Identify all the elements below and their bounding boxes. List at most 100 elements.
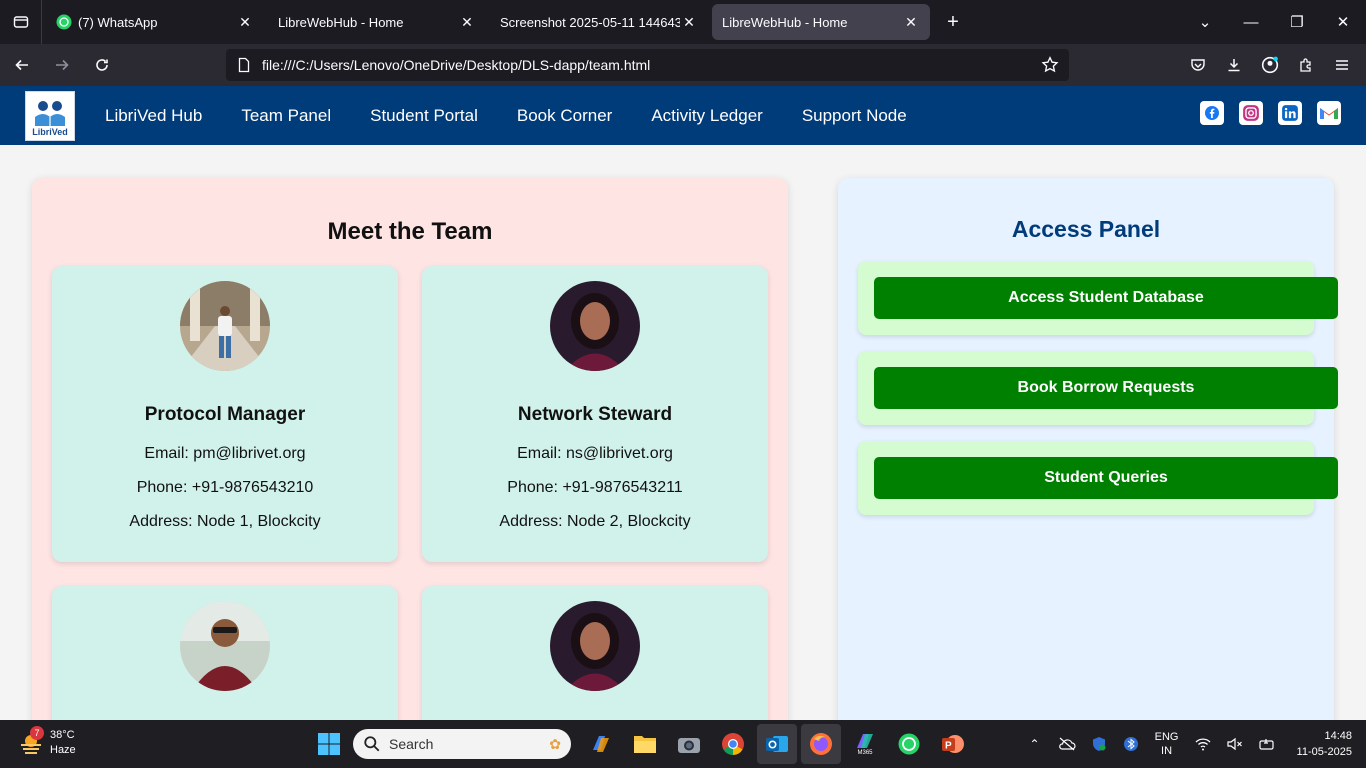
team-card-network-steward: Network Steward Email: ns@librivet.org P… (422, 266, 768, 562)
browser-nav-bar: file:///C:/Users/Lenovo/OneDrive/Desktop… (0, 44, 1366, 86)
m365-icon[interactable]: M365 (845, 724, 885, 764)
weather-temp: 38°C (50, 729, 75, 741)
member-phone: Phone: +91-9876543211 (507, 479, 683, 496)
whatsapp-taskbar-icon[interactable] (889, 724, 929, 764)
linkedin-icon[interactable] (1278, 101, 1302, 125)
haze-icon: 7 (18, 726, 44, 756)
copilot-icon[interactable] (581, 724, 621, 764)
windows-start-icon[interactable] (309, 724, 349, 764)
avatar (550, 601, 640, 691)
weather-desc: Haze (50, 744, 76, 756)
tab-screenshot[interactable]: Screenshot 2025-05-11 144643.png ✕ (490, 4, 708, 40)
close-tab-icon[interactable]: ✕ (680, 13, 698, 31)
outlook-icon[interactable] (757, 724, 797, 764)
account-icon[interactable] (1252, 49, 1288, 81)
nav-student-portal[interactable]: Student Portal (370, 106, 478, 126)
time: 14:48 (1324, 730, 1352, 742)
minimize-icon[interactable]: — (1228, 0, 1274, 44)
tab-librewebhub-active[interactable]: LibreWebHub - Home ✕ (712, 4, 930, 40)
tab-list-button[interactable] (0, 0, 42, 44)
url-text: file:///C:/Users/Lenovo/OneDrive/Desktop… (262, 57, 651, 73)
access-item-database: Access Student Database (858, 261, 1338, 335)
m365-label: M365 (857, 750, 873, 756)
facebook-icon[interactable] (1200, 101, 1224, 125)
tab-title: Screenshot 2025-05-11 144643.png (500, 14, 680, 30)
readers-logo-icon (35, 100, 65, 126)
date: 11-05-2025 (1296, 746, 1352, 758)
forward-button[interactable] (44, 49, 80, 81)
access-title: Access Panel (1011, 216, 1161, 242)
team-panel: Meet the Team Protocol Manager Email: pm… (32, 178, 788, 738)
chrome-icon[interactable] (713, 724, 753, 764)
tab-whatsapp[interactable]: (7) WhatsApp ✕ (46, 4, 264, 40)
nav-librived-hub[interactable]: LibriVed Hub (105, 106, 202, 126)
avatar (180, 281, 270, 371)
file-explorer-icon[interactable] (625, 724, 665, 764)
search-icon (364, 736, 380, 752)
book-borrow-requests-button[interactable]: Book Borrow Requests (874, 367, 1338, 409)
member-address: Address: Node 2, Blockcity (499, 513, 691, 530)
restore-icon[interactable]: ❐ (1274, 0, 1320, 44)
volume-muted-icon[interactable] (1219, 737, 1251, 751)
back-button[interactable] (4, 49, 40, 81)
firefox-icon[interactable] (801, 724, 841, 764)
chevron-down-icon[interactable]: ⌄ (1182, 0, 1228, 44)
logo-text: LibriVed (32, 126, 68, 137)
address-bar[interactable]: file:///C:/Users/Lenovo/OneDrive/Desktop… (226, 49, 1069, 81)
chevron-up-icon[interactable]: ⌃ (1019, 737, 1051, 751)
team-title: Meet the Team (327, 218, 493, 245)
close-tab-icon[interactable]: ✕ (902, 13, 920, 31)
social-links (1185, 101, 1341, 125)
access-student-database-button[interactable]: Access Student Database (874, 277, 1338, 319)
weather-widget[interactable]: 7 38°C Haze (18, 726, 76, 758)
reload-button[interactable] (84, 49, 120, 81)
close-window-icon[interactable]: ✕ (1320, 0, 1366, 44)
wifi-icon[interactable] (1187, 737, 1219, 751)
pocket-icon[interactable] (1180, 49, 1216, 81)
battery-icon[interactable] (1251, 737, 1283, 751)
browser-toolbar-right (1180, 49, 1360, 81)
star-icon[interactable] (1041, 56, 1059, 74)
instagram-icon[interactable] (1239, 101, 1263, 125)
taskbar-search[interactable]: Search ✿ (353, 729, 571, 759)
nav-team-panel[interactable]: Team Panel (241, 106, 331, 126)
whatsapp-icon (56, 14, 72, 30)
arrow-right-icon (56, 59, 69, 71)
powerpoint-icon[interactable]: P (933, 724, 973, 764)
defender-icon[interactable] (1083, 736, 1115, 752)
browser-tab-bar: (7) WhatsApp ✕ LibreWebHub - Home ✕ Scre… (0, 0, 1366, 44)
member-role: Network Steward (517, 404, 673, 425)
extensions-icon[interactable] (1288, 49, 1324, 81)
gmail-icon[interactable] (1317, 101, 1341, 125)
avatar (550, 281, 640, 371)
nav-support-node[interactable]: Support Node (802, 106, 907, 126)
access-item-borrow: Book Borrow Requests (858, 351, 1338, 425)
lang-top: ENG (1154, 731, 1179, 743)
nav-book-corner[interactable]: Book Corner (517, 106, 612, 126)
close-tab-icon[interactable]: ✕ (236, 13, 254, 31)
bluetooth-icon[interactable] (1115, 736, 1147, 752)
download-icon[interactable] (1216, 49, 1252, 81)
system-tray: ⌃ ENG IN 14:48 11-05-2025 (1019, 724, 1352, 764)
avatar (180, 601, 270, 691)
arrow-left-icon (15, 59, 28, 71)
student-queries-button[interactable]: Student Queries (874, 457, 1338, 499)
taskbar-apps: Search ✿ M365 P (309, 724, 977, 764)
tab-title: LibreWebHub - Home (278, 14, 404, 30)
camera-icon[interactable] (669, 724, 709, 764)
access-item-queries: Student Queries (858, 441, 1338, 515)
new-tab-button[interactable]: + (938, 7, 968, 37)
close-tab-icon[interactable]: ✕ (458, 13, 476, 31)
clock[interactable]: 14:48 11-05-2025 (1297, 728, 1352, 760)
page-icon (238, 57, 250, 73)
menu-icon[interactable] (1324, 49, 1360, 81)
svg-text:P: P (945, 741, 952, 752)
nav-activity-ledger[interactable]: Activity Ledger (651, 106, 763, 126)
site-header: LibriVed LibriVed Hub Team Panel Student… (0, 86, 1366, 145)
language-indicator[interactable]: ENG IN (1147, 730, 1187, 758)
tab-librewebhub-1[interactable]: LibreWebHub - Home ✕ (268, 4, 486, 40)
site-logo[interactable]: LibriVed (25, 90, 75, 141)
taskbar: 7 38°C Haze Search ✿ M365 P ⌃ ENG IN 14:… (0, 720, 1366, 768)
team-card-3 (52, 586, 398, 738)
cloud-off-icon[interactable] (1051, 737, 1083, 751)
